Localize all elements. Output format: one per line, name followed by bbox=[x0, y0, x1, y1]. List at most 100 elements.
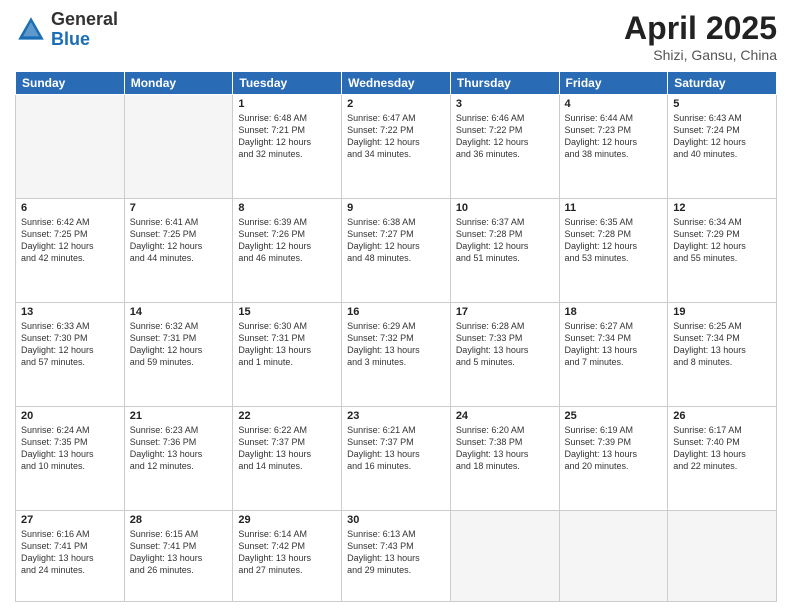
day-number: 22 bbox=[238, 410, 336, 422]
day-info: Sunrise: 6:30 AM Sunset: 7:31 PM Dayligh… bbox=[238, 320, 336, 369]
day-info: Sunrise: 6:24 AM Sunset: 7:35 PM Dayligh… bbox=[21, 424, 119, 473]
day-number: 29 bbox=[238, 514, 336, 526]
day-info: Sunrise: 6:32 AM Sunset: 7:31 PM Dayligh… bbox=[130, 320, 228, 369]
day-number: 25 bbox=[565, 410, 663, 422]
calendar-cell: 17 Sunrise: 6:28 AM Sunset: 7:33 PM Dayli… bbox=[450, 302, 559, 406]
day-number: 8 bbox=[238, 202, 336, 214]
calendar-cell: 19 Sunrise: 6:25 AM Sunset: 7:34 PM Dayli… bbox=[668, 302, 777, 406]
day-number: 6 bbox=[21, 202, 119, 214]
day-info: Sunrise: 6:37 AM Sunset: 7:28 PM Dayligh… bbox=[456, 216, 554, 265]
calendar-cell: 4 Sunrise: 6:44 AM Sunset: 7:23 PM Daylig… bbox=[559, 95, 668, 199]
calendar-week-1: 1Sunrise: 6:48 AM Sunset: 7:21 PM Daylig… bbox=[16, 95, 777, 199]
calendar-cell: 28 Sunrise: 6:15 AM Sunset: 7:41 PM Dayli… bbox=[124, 510, 233, 601]
calendar-cell: 30 Sunrise: 6:13 AM Sunset: 7:43 PM Dayli… bbox=[342, 510, 451, 601]
calendar-header-friday: Friday bbox=[559, 72, 668, 95]
day-info: Sunrise: 6:13 AM Sunset: 7:43 PM Dayligh… bbox=[347, 528, 445, 577]
logo-icon bbox=[15, 14, 47, 46]
day-info: Sunrise: 6:14 AM Sunset: 7:42 PM Dayligh… bbox=[238, 528, 336, 577]
day-number: 21 bbox=[130, 410, 228, 422]
calendar-cell: 23Sunrise: 6:21 AM Sunset: 7:37 PM Dayli… bbox=[342, 406, 451, 510]
calendar-cell: 21 Sunrise: 6:23 AM Sunset: 7:36 PM Dayli… bbox=[124, 406, 233, 510]
calendar-header-wednesday: Wednesday bbox=[342, 72, 451, 95]
page: General Blue April 2025 Shizi, Gansu, Ch… bbox=[0, 0, 792, 612]
calendar-cell: 16 Sunrise: 6:29 AM Sunset: 7:32 PM Dayli… bbox=[342, 302, 451, 406]
calendar-cell: 27Sunrise: 6:16 AM Sunset: 7:41 PM Dayli… bbox=[16, 510, 125, 601]
day-info: Sunrise: 6:27 AM Sunset: 7:34 PM Dayligh… bbox=[565, 320, 663, 369]
day-info: Sunrise: 6:15 AM Sunset: 7:41 PM Dayligh… bbox=[130, 528, 228, 577]
day-info: Sunrise: 6:20 AM Sunset: 7:38 PM Dayligh… bbox=[456, 424, 554, 473]
day-number: 9 bbox=[347, 202, 445, 214]
calendar-cell: 25Sunrise: 6:19 AM Sunset: 7:39 PM Dayli… bbox=[559, 406, 668, 510]
day-info: Sunrise: 6:33 AM Sunset: 7:30 PM Dayligh… bbox=[21, 320, 119, 369]
day-number: 24 bbox=[456, 410, 554, 422]
day-info: Sunrise: 6:44 AM Sunset: 7:23 PM Dayligh… bbox=[565, 112, 663, 161]
calendar-cell: 1Sunrise: 6:48 AM Sunset: 7:21 PM Daylig… bbox=[233, 95, 342, 199]
title-location: Shizi, Gansu, China bbox=[624, 47, 777, 63]
day-number: 26 bbox=[673, 410, 771, 422]
day-info: Sunrise: 6:28 AM Sunset: 7:33 PM Dayligh… bbox=[456, 320, 554, 369]
calendar-header-sunday: Sunday bbox=[16, 72, 125, 95]
day-number: 7 bbox=[130, 202, 228, 214]
day-number: 3 bbox=[456, 98, 554, 110]
day-info: Sunrise: 6:41 AM Sunset: 7:25 PM Dayligh… bbox=[130, 216, 228, 265]
day-number: 2 bbox=[347, 98, 445, 110]
day-info: Sunrise: 6:29 AM Sunset: 7:32 PM Dayligh… bbox=[347, 320, 445, 369]
day-info: Sunrise: 6:43 AM Sunset: 7:24 PM Dayligh… bbox=[673, 112, 771, 161]
calendar-cell bbox=[450, 510, 559, 601]
day-number: 18 bbox=[565, 306, 663, 318]
day-number: 11 bbox=[565, 202, 663, 214]
calendar-week-4: 20 Sunrise: 6:24 AM Sunset: 7:35 PM Dayli… bbox=[16, 406, 777, 510]
calendar-header-monday: Monday bbox=[124, 72, 233, 95]
calendar-cell: 29 Sunrise: 6:14 AM Sunset: 7:42 PM Dayli… bbox=[233, 510, 342, 601]
calendar-cell: 9 Sunrise: 6:38 AM Sunset: 7:27 PM Daylig… bbox=[342, 198, 451, 302]
calendar-week-2: 6 Sunrise: 6:42 AM Sunset: 7:25 PM Daylig… bbox=[16, 198, 777, 302]
calendar-cell bbox=[124, 95, 233, 199]
day-info: Sunrise: 6:46 AM Sunset: 7:22 PM Dayligh… bbox=[456, 112, 554, 161]
day-number: 30 bbox=[347, 514, 445, 526]
day-number: 19 bbox=[673, 306, 771, 318]
calendar-cell: 5 Sunrise: 6:43 AM Sunset: 7:24 PM Daylig… bbox=[668, 95, 777, 199]
day-number: 4 bbox=[565, 98, 663, 110]
calendar-cell: 8 Sunrise: 6:39 AM Sunset: 7:26 PM Daylig… bbox=[233, 198, 342, 302]
calendar-cell: 11Sunrise: 6:35 AM Sunset: 7:28 PM Dayli… bbox=[559, 198, 668, 302]
day-number: 5 bbox=[673, 98, 771, 110]
day-number: 20 bbox=[21, 410, 119, 422]
title-block: April 2025 Shizi, Gansu, China bbox=[624, 10, 777, 63]
calendar-week-5: 27Sunrise: 6:16 AM Sunset: 7:41 PM Dayli… bbox=[16, 510, 777, 601]
calendar-cell bbox=[16, 95, 125, 199]
calendar-cell: 12Sunrise: 6:34 AM Sunset: 7:29 PM Dayli… bbox=[668, 198, 777, 302]
calendar-cell: 26 Sunrise: 6:17 AM Sunset: 7:40 PM Dayli… bbox=[668, 406, 777, 510]
calendar-header-row: SundayMondayTuesdayWednesdayThursdayFrid… bbox=[16, 72, 777, 95]
calendar-cell: 24 Sunrise: 6:20 AM Sunset: 7:38 PM Dayli… bbox=[450, 406, 559, 510]
day-number: 16 bbox=[347, 306, 445, 318]
day-number: 17 bbox=[456, 306, 554, 318]
day-number: 23 bbox=[347, 410, 445, 422]
calendar-cell: 10 Sunrise: 6:37 AM Sunset: 7:28 PM Dayli… bbox=[450, 198, 559, 302]
logo-text: General Blue bbox=[51, 10, 118, 50]
calendar-cell: 18 Sunrise: 6:27 AM Sunset: 7:34 PM Dayli… bbox=[559, 302, 668, 406]
day-info: Sunrise: 6:16 AM Sunset: 7:41 PM Dayligh… bbox=[21, 528, 119, 577]
day-number: 10 bbox=[456, 202, 554, 214]
day-info: Sunrise: 6:48 AM Sunset: 7:21 PM Dayligh… bbox=[238, 112, 336, 161]
calendar-week-3: 13 Sunrise: 6:33 AM Sunset: 7:30 PM Dayli… bbox=[16, 302, 777, 406]
calendar-header-tuesday: Tuesday bbox=[233, 72, 342, 95]
day-number: 13 bbox=[21, 306, 119, 318]
day-info: Sunrise: 6:39 AM Sunset: 7:26 PM Dayligh… bbox=[238, 216, 336, 265]
calendar-cell: 3 Sunrise: 6:46 AM Sunset: 7:22 PM Daylig… bbox=[450, 95, 559, 199]
day-info: Sunrise: 6:23 AM Sunset: 7:36 PM Dayligh… bbox=[130, 424, 228, 473]
calendar-cell: 22 Sunrise: 6:22 AM Sunset: 7:37 PM Dayli… bbox=[233, 406, 342, 510]
calendar-cell bbox=[668, 510, 777, 601]
day-number: 12 bbox=[673, 202, 771, 214]
day-info: Sunrise: 6:17 AM Sunset: 7:40 PM Dayligh… bbox=[673, 424, 771, 473]
day-info: Sunrise: 6:42 AM Sunset: 7:25 PM Dayligh… bbox=[21, 216, 119, 265]
day-info: Sunrise: 6:47 AM Sunset: 7:22 PM Dayligh… bbox=[347, 112, 445, 161]
day-info: Sunrise: 6:22 AM Sunset: 7:37 PM Dayligh… bbox=[238, 424, 336, 473]
calendar-cell: 13 Sunrise: 6:33 AM Sunset: 7:30 PM Dayli… bbox=[16, 302, 125, 406]
calendar-cell: 14Sunrise: 6:32 AM Sunset: 7:31 PM Dayli… bbox=[124, 302, 233, 406]
day-info: Sunrise: 6:38 AM Sunset: 7:27 PM Dayligh… bbox=[347, 216, 445, 265]
day-info: Sunrise: 6:25 AM Sunset: 7:34 PM Dayligh… bbox=[673, 320, 771, 369]
logo: General Blue bbox=[15, 10, 118, 50]
logo-blue: Blue bbox=[51, 30, 118, 50]
calendar-cell: 7 Sunrise: 6:41 AM Sunset: 7:25 PM Daylig… bbox=[124, 198, 233, 302]
day-number: 28 bbox=[130, 514, 228, 526]
